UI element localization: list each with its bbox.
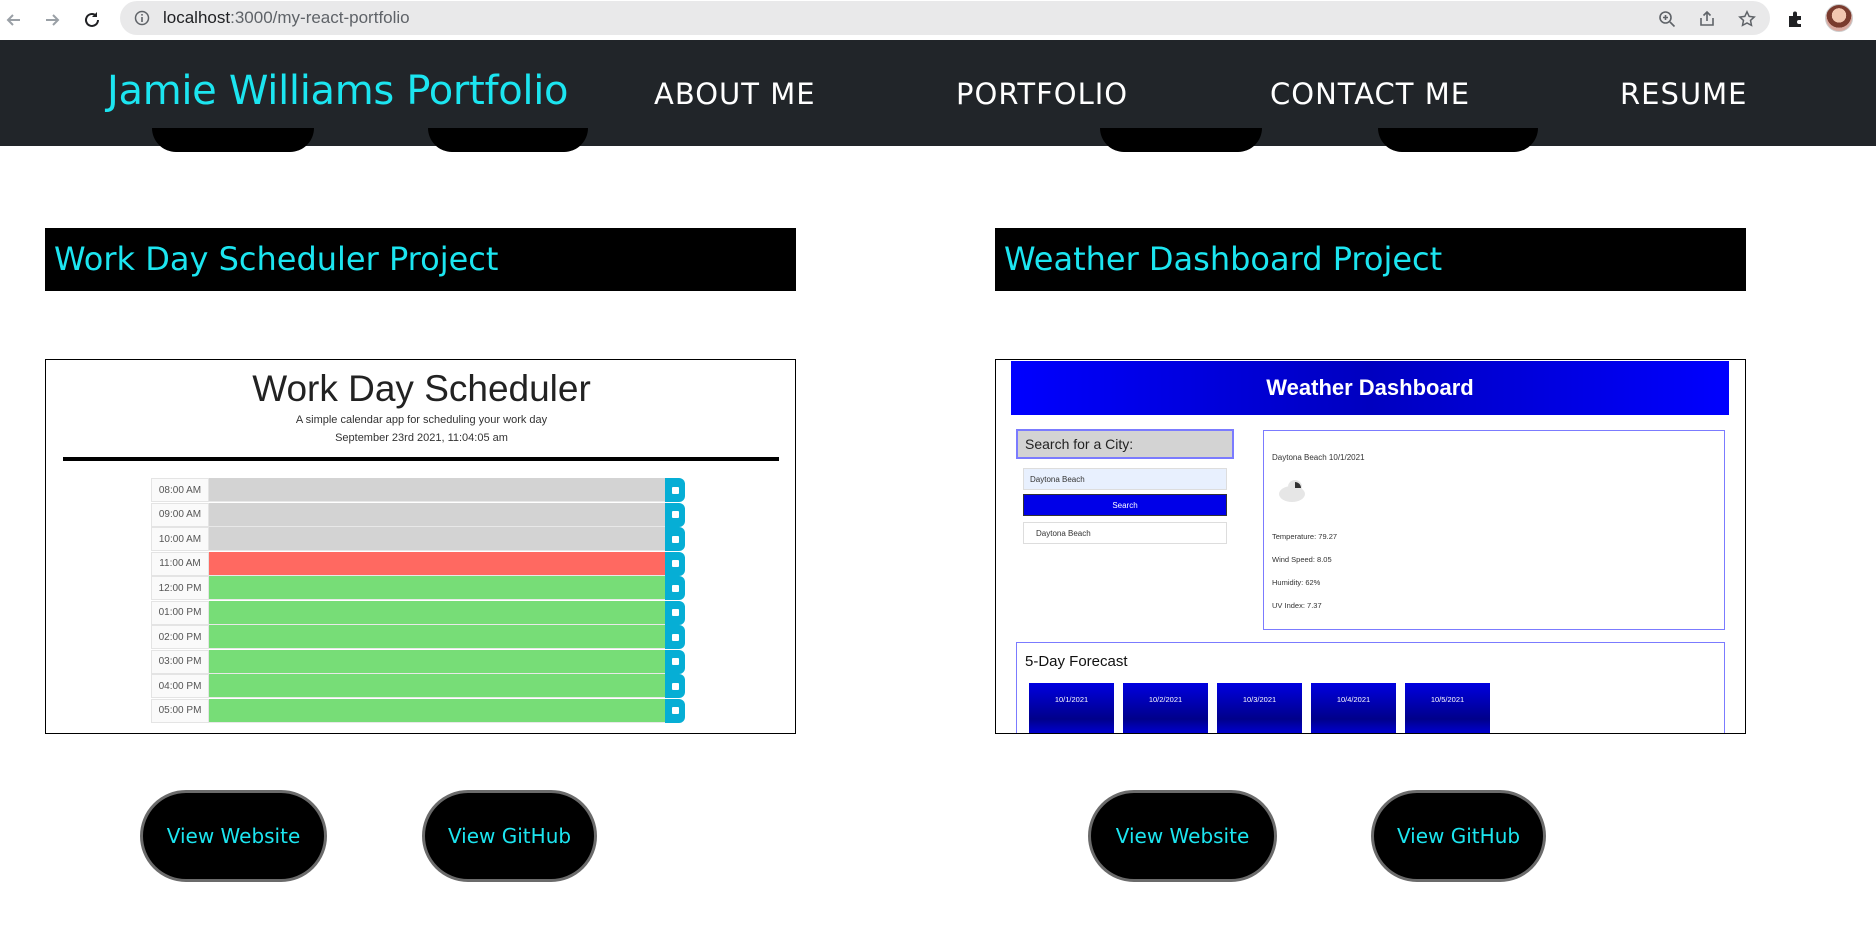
profile-avatar[interactable]: [1825, 4, 1853, 32]
forecast-day: 10/4/2021: [1311, 683, 1396, 733]
time-block-hour: 05:00 PM: [151, 698, 209, 723]
time-block-past: [209, 478, 665, 502]
time-block-past: [209, 502, 665, 527]
time-block-row: 12:00 PM: [151, 576, 685, 600]
time-block-row: 02:00 PM: [151, 625, 685, 649]
back-arrow-icon[interactable]: [0, 6, 28, 34]
forward-arrow-icon[interactable]: [38, 6, 66, 34]
save-icon: [665, 551, 685, 576]
time-block-row: 08:00 AM: [151, 478, 685, 502]
time-block-future: [209, 698, 665, 723]
project-screenshot[interactable]: Work Day Scheduler A simple calendar app…: [45, 359, 796, 734]
time-block-hour: 08:00 AM: [151, 478, 209, 502]
forecast-day: 10/5/2021: [1405, 683, 1490, 733]
address-bar[interactable]: localhost:3000/my-react-portfolio: [120, 1, 1770, 35]
weather-forecast-panel: 5-Day Forecast 10/1/2021 10/2/2021 10/3/…: [1016, 642, 1725, 733]
save-icon: [665, 600, 685, 625]
view-website-button[interactable]: View Website: [1088, 790, 1277, 882]
scheduler-divider: [63, 457, 779, 461]
time-block-past: [209, 527, 665, 551]
forecast-day: 10/1/2021: [1029, 683, 1114, 733]
previous-row-button[interactable]: [1100, 128, 1262, 152]
site-info-icon[interactable]: [134, 10, 150, 31]
save-icon: [665, 625, 685, 649]
nav-resume[interactable]: RESUME: [1620, 77, 1747, 111]
previous-row-button[interactable]: [152, 128, 314, 152]
project-title: Work Day Scheduler Project: [54, 240, 499, 278]
project-title-bar: Work Day Scheduler Project: [45, 228, 796, 291]
view-website-button[interactable]: View Website: [140, 790, 327, 882]
time-block-hour: 09:00 AM: [151, 502, 209, 527]
time-block-hour: 10:00 AM: [151, 527, 209, 551]
time-block-future: [209, 625, 665, 649]
time-block-row: 01:00 PM: [151, 600, 685, 625]
scheduler-title: Work Day Scheduler: [252, 368, 591, 409]
weather-current-city: Daytona Beach 10/1/2021: [1272, 453, 1365, 462]
time-block-row: 05:00 PM: [151, 698, 685, 723]
scheduler-subtitle: A simple calendar app for scheduling you…: [295, 414, 548, 426]
weather-header: Weather Dashboard: [1011, 361, 1729, 415]
time-block-future: [209, 674, 665, 698]
weather-city-input: Daytona Beach: [1023, 468, 1227, 490]
save-icon: [665, 576, 685, 600]
extensions-puzzle-icon[interactable]: [1783, 6, 1809, 32]
project-title-bar: Weather Dashboard Project: [995, 228, 1746, 291]
time-block-present: [209, 551, 665, 576]
scheduler-date: September 23rd 2021, 11:04:05 am: [335, 432, 508, 444]
weather-current-panel: Daytona Beach 10/1/2021 Temperature: 79.…: [1263, 430, 1725, 630]
time-block-row: 03:00 PM: [151, 649, 685, 674]
save-icon: [665, 674, 685, 698]
time-block-row: 09:00 AM: [151, 502, 685, 527]
previous-row-button[interactable]: [428, 128, 588, 152]
time-block-hour: 04:00 PM: [151, 674, 209, 698]
zoom-icon[interactable]: [1656, 8, 1678, 30]
forecast-day: 10/3/2021: [1217, 683, 1302, 733]
save-icon: [665, 478, 685, 502]
weather-temperature: Temperature: 79.27: [1272, 532, 1338, 541]
nav-contact-me[interactable]: CONTACT ME: [1270, 77, 1470, 111]
browser-toolbar: localhost:3000/my-react-portfolio: [0, 0, 1876, 40]
weather-wind: Wind Speed: 8.05: [1272, 555, 1332, 564]
weather-history-item: Daytona Beach: [1023, 522, 1227, 544]
weather-uv: UV Index: 7.37: [1272, 601, 1322, 610]
share-icon[interactable]: [1696, 8, 1718, 30]
time-block-row: 11:00 AM: [151, 551, 685, 576]
url-text: localhost:3000/my-react-portfolio: [163, 8, 410, 27]
reload-icon[interactable]: [78, 6, 106, 34]
bookmark-star-icon[interactable]: [1736, 8, 1758, 30]
save-icon: [665, 698, 685, 723]
project-title: Weather Dashboard Project: [1004, 240, 1443, 278]
time-block-future: [209, 649, 665, 674]
save-icon: [665, 527, 685, 551]
brand-title[interactable]: Jamie Williams Portfolio: [107, 68, 569, 114]
time-block-hour: 03:00 PM: [151, 649, 209, 674]
time-block-future: [209, 600, 665, 625]
time-block-hour: 12:00 PM: [151, 576, 209, 600]
weather-search-label: Search for a City:: [1016, 429, 1234, 459]
view-github-button[interactable]: View GitHub: [1371, 790, 1546, 882]
view-github-button[interactable]: View GitHub: [422, 790, 597, 882]
save-icon: [665, 649, 685, 674]
time-block-row: 10:00 AM: [151, 527, 685, 551]
weather-humidity: Humidity: 62%: [1272, 578, 1321, 587]
forecast-day: 10/2/2021: [1123, 683, 1208, 733]
time-block-hour: 11:00 AM: [151, 551, 209, 576]
previous-row-button[interactable]: [1378, 128, 1538, 152]
nav-about-me[interactable]: ABOUT ME: [654, 77, 816, 111]
forecast-title: 5-Day Forecast: [1025, 653, 1128, 670]
nav-portfolio[interactable]: PORTFOLIO: [956, 77, 1128, 111]
time-block-hour: 02:00 PM: [151, 625, 209, 649]
save-icon: [665, 502, 685, 527]
weather-search-button: Search: [1023, 494, 1227, 516]
time-block-row: 04:00 PM: [151, 674, 685, 698]
time-block-hour: 01:00 PM: [151, 600, 209, 625]
project-screenshot[interactable]: Weather Dashboard Search for a City: Day…: [995, 359, 1746, 734]
cloud-icon: [1276, 476, 1310, 509]
time-block-future: [209, 576, 665, 600]
